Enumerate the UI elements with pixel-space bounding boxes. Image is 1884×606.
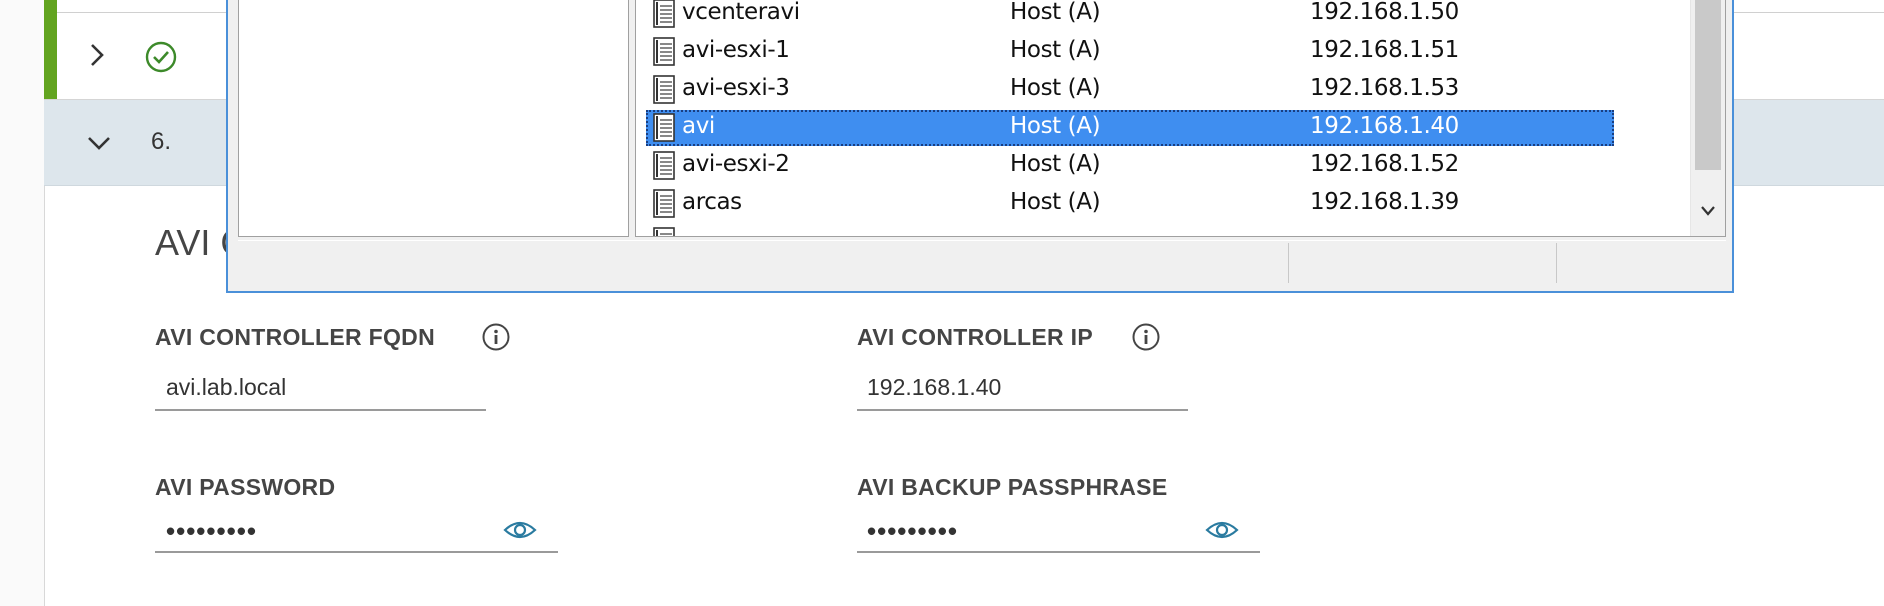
input-underline xyxy=(857,551,1260,553)
info-icon[interactable] xyxy=(1131,322,1161,352)
record-row-partial[interactable] xyxy=(646,224,1614,236)
record-data: 192.168.1.39 xyxy=(1310,189,1459,215)
host-record-icon xyxy=(651,150,679,182)
backup-passphrase-input[interactable]: ••••••••• xyxy=(867,516,958,547)
host-record-icon xyxy=(651,226,679,236)
info-icon[interactable] xyxy=(481,322,511,352)
password-input[interactable]: ••••••••• xyxy=(166,516,257,547)
host-record-icon xyxy=(651,112,679,144)
record-data: 192.168.1.52 xyxy=(1310,151,1459,177)
input-underline xyxy=(857,409,1188,411)
records-list: vcenteravi Host (A) 192.168.1.50 avi-esxi-1… xyxy=(635,0,1726,237)
controller-fqdn-input[interactable]: avi.lab.local xyxy=(166,374,286,401)
host-record-icon xyxy=(651,0,679,30)
record-type: Host (A) xyxy=(1010,37,1101,63)
record-row[interactable]: vcenteravi Host (A) 192.168.1.50 xyxy=(646,0,1614,32)
record-type: Host (A) xyxy=(1010,0,1101,25)
record-name: arcas xyxy=(682,189,742,215)
record-data: 192.168.1.51 xyxy=(1310,37,1459,63)
controller-ip-label: AVI CONTROLLER IP xyxy=(857,324,1093,350)
chevron-down-icon[interactable] xyxy=(86,134,112,152)
eye-icon[interactable] xyxy=(1205,518,1239,542)
record-name: avi xyxy=(682,113,715,139)
status-divider xyxy=(1556,243,1557,283)
record-data: 192.168.1.50 xyxy=(1310,0,1459,25)
check-circle-icon xyxy=(145,41,177,73)
status-divider xyxy=(1288,243,1289,283)
vertical-scrollbar[interactable] xyxy=(1690,0,1725,236)
host-record-icon xyxy=(651,74,679,106)
record-name: avi-esxi-1 xyxy=(682,37,790,63)
dns-manager-window: vcenteravi Host (A) 192.168.1.50 avi-esxi-1… xyxy=(226,0,1734,293)
step-number: 6. xyxy=(151,128,172,155)
host-record-icon xyxy=(651,36,679,68)
controller-fqdn-label: AVI CONTROLLER FQDN xyxy=(155,324,435,350)
record-data: 192.168.1.40 xyxy=(1310,113,1459,139)
record-name: vcenteravi xyxy=(682,0,800,25)
record-row[interactable]: avi-esxi-2 Host (A) 192.168.1.52 xyxy=(646,148,1614,184)
chevron-down-icon[interactable] xyxy=(1700,204,1716,218)
input-underline xyxy=(155,551,558,553)
zone-tree-pane[interactable] xyxy=(238,0,629,237)
record-row[interactable]: avi-esxi-1 Host (A) 192.168.1.51 xyxy=(646,34,1614,70)
record-row[interactable]: avi-esxi-3 Host (A) 192.168.1.53 xyxy=(646,72,1614,108)
scrollbar-thumb[interactable] xyxy=(1695,0,1721,170)
input-underline xyxy=(155,409,486,411)
left-rail xyxy=(0,0,45,606)
record-type: Host (A) xyxy=(1010,189,1101,215)
step-status-bar xyxy=(44,0,57,99)
record-row[interactable]: arcas Host (A) 192.168.1.39 xyxy=(646,186,1614,222)
status-bar xyxy=(238,240,1726,284)
record-type: Host (A) xyxy=(1010,75,1101,101)
host-record-icon xyxy=(651,188,679,220)
record-name: avi-esxi-3 xyxy=(682,75,790,101)
chevron-right-icon[interactable] xyxy=(88,42,106,68)
controller-ip-input[interactable]: 192.168.1.40 xyxy=(867,374,1001,401)
record-data: 192.168.1.53 xyxy=(1310,75,1459,101)
password-label: AVI PASSWORD xyxy=(155,474,336,500)
record-type: Host (A) xyxy=(1010,151,1101,177)
backup-passphrase-label: AVI BACKUP PASSPHRASE xyxy=(857,474,1168,500)
record-row-selected[interactable]: avi Host (A) 192.168.1.40 xyxy=(646,110,1614,146)
eye-icon[interactable] xyxy=(503,518,537,542)
record-type: Host (A) xyxy=(1010,113,1101,139)
record-name: avi-esxi-2 xyxy=(682,151,790,177)
